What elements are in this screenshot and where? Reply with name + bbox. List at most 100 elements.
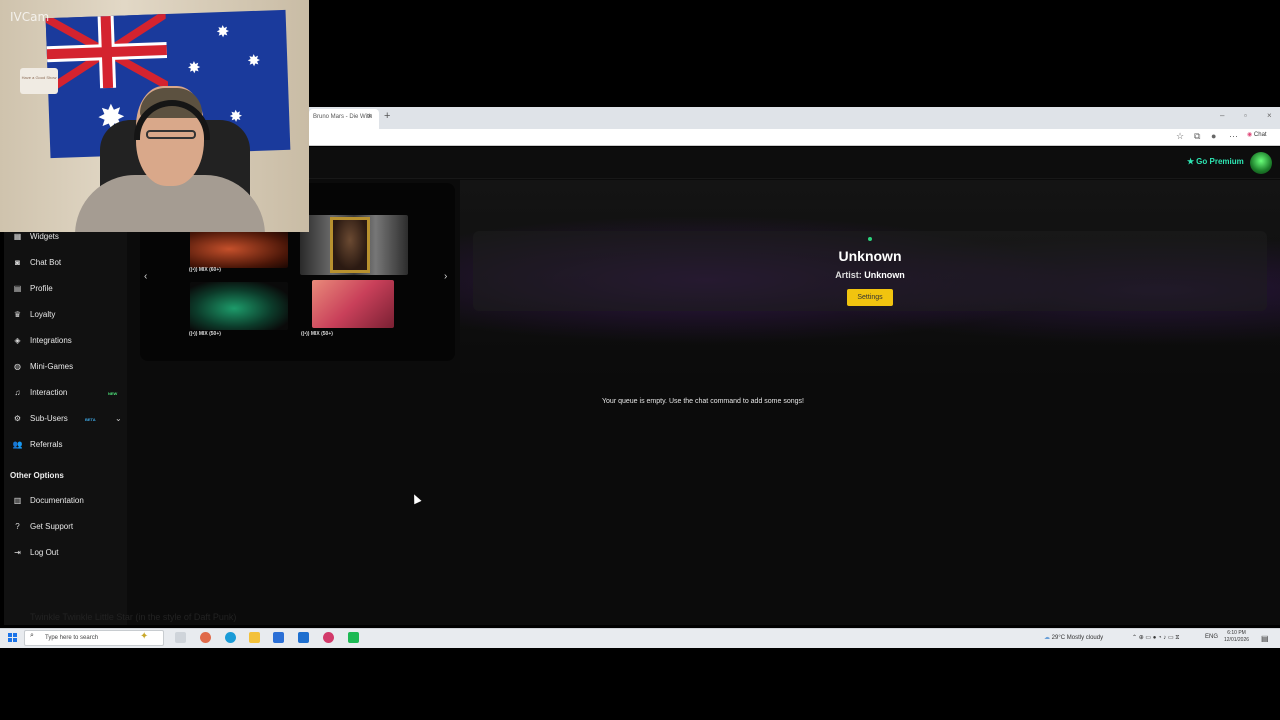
- favorite-star-icon[interactable]: ☆: [1176, 131, 1184, 142]
- go-premium-link[interactable]: ★ Go Premium: [1187, 157, 1244, 166]
- app-header: [309, 147, 1280, 179]
- sidebar-item-label: Sub-Users: [30, 414, 68, 423]
- cloud-icon: ☁: [1044, 635, 1050, 641]
- minimize-icon[interactable]: –: [1220, 111, 1224, 120]
- sidebar-item-label: Widgets: [30, 232, 59, 241]
- sidebar-item-get-support[interactable]: ? Get Support: [12, 522, 73, 531]
- webcam-overlay: ✸ ✸ ✸ ✸ ✸ Have a Good Show IVCam: [0, 0, 309, 232]
- avatar[interactable]: [1250, 152, 1272, 174]
- copilot-chat-button[interactable]: ◉ Chat: [1247, 131, 1267, 138]
- sidebar-item-label: Log Out: [30, 548, 59, 557]
- sidebar-item-label: Integrations: [30, 336, 72, 345]
- playlist-thumbnail[interactable]: [190, 282, 288, 330]
- wall-plaque: Have a Good Show: [20, 68, 58, 94]
- maximize-icon[interactable]: ▫: [1244, 111, 1247, 120]
- windows-start-icon[interactable]: [8, 633, 17, 642]
- opera-icon[interactable]: [323, 632, 334, 643]
- edge-icon[interactable]: [225, 632, 236, 643]
- gamepad-icon: ◍: [14, 362, 21, 371]
- sidebar-item-mini-games[interactable]: ◍ Mini-Games: [12, 362, 73, 371]
- more-icon[interactable]: ⋯: [1229, 131, 1238, 142]
- layers-icon: ◈: [14, 336, 21, 345]
- chevron-down-icon[interactable]: ⌄: [115, 414, 122, 423]
- sidebar-item-widgets[interactable]: ▦ Widgets: [12, 232, 59, 241]
- sidebar-item-chat-bot[interactable]: ◙ Chat Bot: [12, 258, 61, 267]
- chrome-icon[interactable]: [200, 632, 211, 643]
- artist-label: Artist:: [835, 270, 862, 280]
- profile-icon[interactable]: ●: [1211, 131, 1216, 141]
- sidebar-item-label: Referrals: [30, 440, 63, 449]
- trophy-icon: ♛: [13, 310, 22, 319]
- address-bar[interactable]: [309, 129, 1280, 146]
- playlist-label: ((•)) MIX (50+): [301, 331, 333, 337]
- taskbar-clock[interactable]: 6:10 PM 12/01/2026: [1224, 630, 1249, 644]
- search-icon: ⌕: [30, 632, 34, 639]
- playlist-thumbnail[interactable]: [190, 230, 288, 268]
- id-card-icon: ▤: [13, 284, 22, 293]
- sidebar-item-referrals[interactable]: 👥 Referrals: [12, 440, 63, 449]
- notifications-icon[interactable]: ▤: [1261, 634, 1269, 643]
- store-icon[interactable]: [273, 632, 284, 643]
- sidebar-item-label: Chat Bot: [30, 258, 62, 267]
- live-status-dot: [868, 237, 872, 241]
- close-tab-icon[interactable]: ×: [367, 111, 372, 121]
- beta-badge: BETA: [85, 417, 96, 422]
- artist-value: Unknown: [864, 270, 905, 280]
- language-indicator[interactable]: ENG: [1205, 634, 1218, 640]
- clock-date: 12/01/2026: [1224, 637, 1250, 643]
- logout-icon: ⇥: [14, 548, 21, 557]
- playlist-label: ((•)) MIX (50+): [189, 331, 221, 337]
- sidebar-item-documentation[interactable]: ▥ Documentation: [12, 496, 84, 505]
- chat-label: Chat: [1253, 132, 1267, 138]
- file-explorer-icon[interactable]: [249, 632, 260, 643]
- sparkle-icon[interactable]: ✦: [140, 631, 148, 642]
- playlist-thumbnail[interactable]: [300, 215, 408, 275]
- artist-line: Artist: Unknown: [770, 270, 970, 280]
- other-options-heading: Other Options: [10, 471, 64, 480]
- sidebar-item-interaction[interactable]: ♫ Interaction: [12, 388, 68, 397]
- grid-icon: ▦: [13, 232, 22, 241]
- song-title: Unknown: [838, 248, 902, 264]
- clock-time: 6:10 PM: [1227, 630, 1246, 636]
- app-icon[interactable]: [348, 632, 359, 643]
- weather-widget[interactable]: ☁ 29°C Mostly cloudy: [1044, 634, 1103, 641]
- tray-icons[interactable]: ⌃ ⊕ ▭ ● ◔ ♪ ▭ ⧖: [1132, 634, 1180, 642]
- task-view-icon[interactable]: [175, 632, 186, 643]
- users-icon: 👥: [12, 440, 23, 449]
- new-badge: NEW: [108, 391, 118, 396]
- sidebar-item-integrations[interactable]: ◈ Integrations: [12, 336, 72, 345]
- weather-text: 29°C Mostly cloudy: [1051, 635, 1104, 641]
- copilot-icon: ◉: [1247, 132, 1253, 138]
- question-icon: ?: [15, 522, 20, 531]
- settings-button[interactable]: Settings: [847, 289, 893, 306]
- sidebar-item-label: Mini-Games: [30, 362, 74, 371]
- empty-queue-message: Your queue is empty. Use the chat comman…: [602, 398, 804, 405]
- sidebar-item-profile[interactable]: ▤ Profile: [12, 284, 53, 293]
- glasses: [146, 130, 196, 139]
- playlist-thumbnail[interactable]: [312, 280, 394, 328]
- robot-icon: ◙: [15, 258, 20, 267]
- close-window-icon[interactable]: ×: [1267, 111, 1272, 120]
- carousel-next-icon[interactable]: ›: [444, 271, 447, 282]
- sidebar-item-label: Documentation: [30, 496, 84, 505]
- go-premium-label: Go Premium: [1196, 157, 1244, 166]
- sidebar-item-label: Get Support: [30, 522, 74, 531]
- sidebar-item-label: Interaction: [30, 388, 68, 397]
- music-icon: ♫: [14, 388, 21, 397]
- book-icon: ▥: [13, 496, 22, 505]
- browser-tab-bar: [309, 107, 1280, 129]
- star-icon: ★: [1187, 157, 1195, 166]
- carousel-prev-icon[interactable]: ‹: [144, 271, 147, 282]
- faded-caption: Twinkle Twinkle Little Star (in the styl…: [30, 612, 237, 622]
- sidebar-item-log-out[interactable]: ⇥ Log Out: [12, 548, 58, 557]
- sidebar-item-sub-users[interactable]: ⚙ Sub-Users: [12, 414, 68, 423]
- new-tab-button[interactable]: +: [384, 110, 390, 122]
- sidebar-item-label: Loyalty: [30, 310, 56, 319]
- extensions-icon[interactable]: ⧉: [1194, 131, 1200, 142]
- webcam-watermark: IVCam: [10, 10, 50, 24]
- sidebar-item-loyalty[interactable]: ♛ Loyalty: [12, 310, 55, 319]
- users-cog-icon: ⚙: [13, 414, 22, 423]
- mail-icon[interactable]: [298, 632, 309, 643]
- sidebar-item-label: Profile: [30, 284, 53, 293]
- playlist-label: ((•)) MIX (60+): [189, 267, 221, 273]
